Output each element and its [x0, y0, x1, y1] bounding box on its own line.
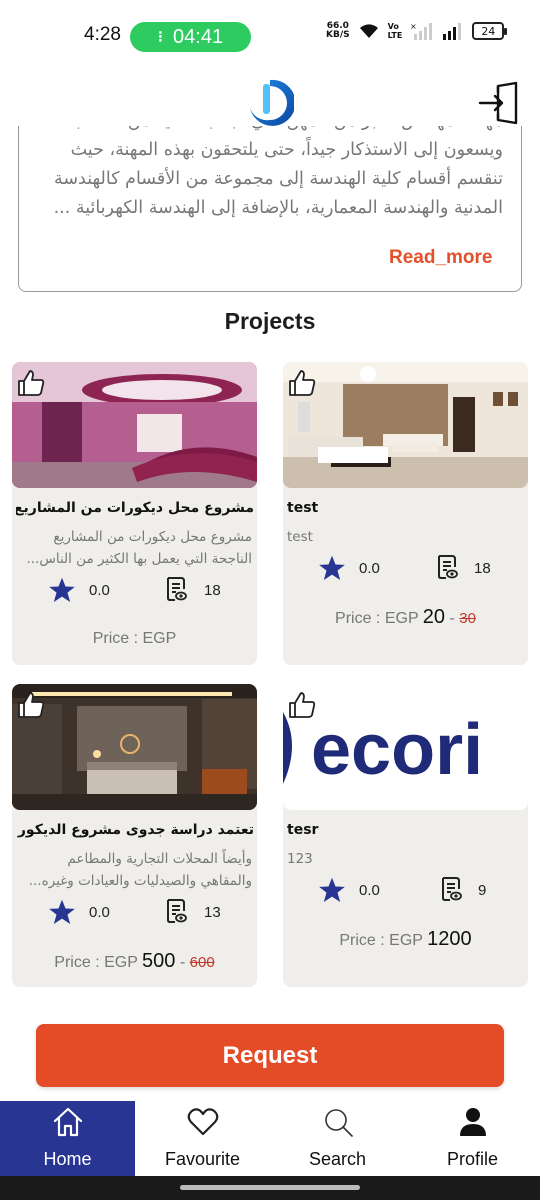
like-icon[interactable]	[16, 690, 46, 720]
ongoing-call-pill[interactable]: ⁝ 04:41	[130, 22, 251, 52]
star-icon	[49, 899, 75, 925]
project-description: 123	[287, 851, 313, 867]
price: Price : EGP 20 - 30	[335, 606, 476, 628]
svg-text:×: ×	[410, 22, 417, 31]
nav-profile[interactable]: Profile	[405, 1101, 540, 1176]
project-image	[12, 684, 257, 810]
search-icon	[324, 1109, 353, 1137]
nav-profile-label: Profile	[446, 1149, 499, 1169]
star-icon	[319, 877, 345, 903]
project-card[interactable]: مشروع محل ديكورات من المشاريع الن... مشر…	[12, 362, 257, 665]
views-count: 18	[204, 582, 221, 599]
price: Price : EGP 1200	[339, 928, 472, 950]
read-more-link[interactable]: Read_more	[389, 247, 493, 269]
app-logo	[250, 79, 294, 126]
project-title: مشروع محل ديكورات من المشاريع الن...	[16, 500, 254, 516]
about-text: مهنة المهندس تعتبر من المهن التي تجذب ال…	[33, 126, 503, 223]
project-title: tesr	[287, 822, 319, 838]
bottom-nav: Home Favourite Search Profile	[0, 1101, 540, 1176]
about-line: المدنية والهندسة المعمارية، بالإضافة إلى…	[53, 198, 503, 218]
signal-weak-icon: ×	[410, 22, 433, 40]
rating-value: 0.0	[359, 560, 380, 577]
status-icons: 66.0 KB/S Vo LTE × 24	[326, 21, 508, 40]
project-card[interactable]: ecori tesr 123 0.0 9 Price : EGP 1200	[283, 684, 528, 987]
like-icon[interactable]	[16, 368, 46, 398]
star-icon	[319, 555, 345, 581]
views-count: 18	[474, 560, 491, 577]
home-icon	[53, 1107, 82, 1137]
person-icon	[459, 1108, 486, 1136]
signal-icon	[443, 23, 462, 40]
views-icon	[438, 555, 458, 579]
gesture-handle[interactable]	[180, 1185, 360, 1190]
nav-home-label: Home	[43, 1149, 92, 1169]
volte-icon: Vo LTE	[387, 22, 403, 40]
views-icon	[442, 877, 462, 901]
logout-icon[interactable]	[476, 80, 522, 126]
project-description: وأيضاً المحلات التجارية والمطاعم والمقاه…	[28, 851, 252, 889]
nav-search-label: Search	[308, 1149, 367, 1169]
project-description: test	[287, 529, 313, 545]
project-image	[283, 362, 528, 488]
phone-icon: ⁝	[157, 29, 164, 46]
project-card[interactable]: تعتمد دراسة جدوى مشروع الديكور عل... وأي…	[12, 684, 257, 987]
network-speed: 66.0 KB/S	[326, 21, 350, 40]
rating-value: 0.0	[89, 904, 110, 921]
project-card[interactable]: test test 0.0 18 Price : EGP 20 - 30	[283, 362, 528, 665]
section-title: Projects	[224, 308, 316, 334]
rating-value: 0.0	[359, 882, 380, 899]
heart-icon	[187, 1108, 218, 1136]
project-image	[12, 362, 257, 488]
project-description: مشروع محل ديكورات من المشاريع الناجحة ال…	[26, 529, 252, 567]
views-count: 13	[204, 904, 221, 921]
like-icon[interactable]	[287, 690, 317, 720]
call-timer: 04:41	[173, 25, 224, 48]
nav-search[interactable]: Search	[270, 1101, 405, 1176]
status-bar: 4:28 ⁝ 04:41 66.0 KB/S Vo LTE × 24	[0, 0, 540, 70]
system-gesture-bar	[0, 1176, 540, 1200]
about-line: مهنة المهندس تعتبر من المهن التي تجذب ال…	[33, 126, 503, 136]
nav-favourite-label: Favourite	[164, 1149, 241, 1169]
rating-value: 0.0	[89, 582, 110, 599]
wifi-icon	[359, 24, 378, 38]
project-title: تعتمد دراسة جدوى مشروع الديكور عل...	[16, 822, 254, 838]
about-line: ويسعون إلى الاستذكار جيداً، حتى يلتحقون …	[70, 140, 503, 160]
views-icon	[167, 899, 187, 923]
status-time: 4:28	[84, 24, 121, 45]
about-card: مهنة المهندس تعتبر من المهن التي تجذب ال…	[18, 126, 522, 292]
request-button[interactable]: Request	[36, 1024, 504, 1087]
like-icon[interactable]	[287, 368, 317, 398]
about-line: تنقسم أقسام كلية الهندسة إلى مجموعة من ا…	[53, 169, 503, 189]
battery-icon: 24	[472, 22, 508, 40]
star-icon	[49, 577, 75, 603]
views-count: 9	[478, 882, 487, 899]
views-icon	[167, 577, 187, 601]
price: Price : EGP 500 - 600	[54, 950, 215, 972]
decor-logo-text: ecori	[311, 710, 483, 790]
nav-favourite[interactable]: Favourite	[135, 1101, 270, 1176]
nav-home[interactable]: Home	[0, 1101, 135, 1176]
project-title: test	[287, 500, 319, 516]
price: Price : EGP	[92, 630, 177, 647]
project-image: ecori	[283, 684, 528, 810]
